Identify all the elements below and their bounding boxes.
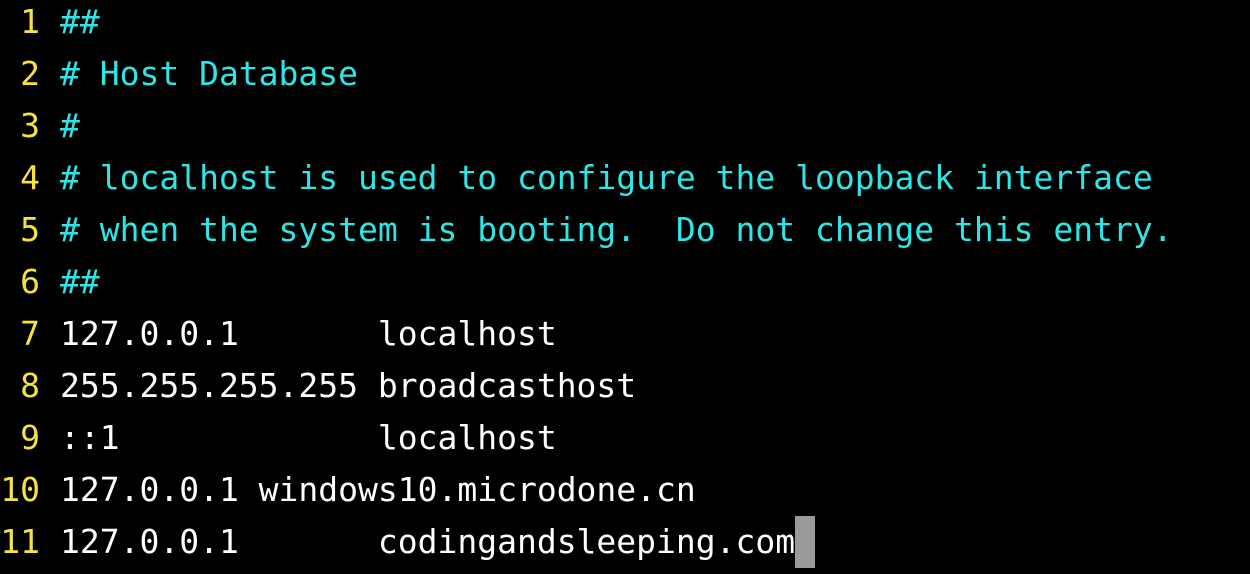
line-number: 6: [20, 262, 40, 301]
line-number: 5: [20, 210, 40, 249]
editor-line-11[interactable]: 11 127.0.0.1 codingandsleeping.com: [0, 516, 816, 568]
editor-line-6[interactable]: 6 ##: [0, 256, 100, 308]
line-text[interactable]: ::1 localhost: [60, 412, 557, 464]
line-number: 1: [20, 2, 40, 41]
line-text[interactable]: ##: [60, 256, 100, 308]
line-number: 7: [20, 314, 40, 353]
line-text[interactable]: # when the system is booting. Do not cha…: [60, 204, 1173, 256]
line-text[interactable]: # Host Database: [60, 48, 358, 100]
line-number: 8: [20, 366, 40, 405]
line-number: 4: [20, 158, 40, 197]
line-number: 9: [20, 418, 40, 457]
line-number: 3: [20, 106, 40, 145]
line-text[interactable]: ##: [60, 0, 100, 48]
editor-line-3[interactable]: 3 #: [0, 100, 80, 152]
editor-line-1[interactable]: 1 ##: [0, 0, 100, 48]
editor-line-7[interactable]: 7 127.0.0.1 localhost: [0, 308, 557, 360]
line-text[interactable]: #: [60, 100, 80, 152]
editor-line-10[interactable]: 10 127.0.0.1 windows10.microdone.cn: [0, 464, 696, 516]
line-text[interactable]: 255.255.255.255 broadcasthost: [60, 360, 636, 412]
line-text[interactable]: 127.0.0.1 codingandsleeping.com: [60, 516, 795, 568]
line-text[interactable]: 127.0.0.1 localhost: [60, 308, 557, 360]
editor-line-4[interactable]: 4 # localhost is used to configure the l…: [0, 152, 1153, 204]
line-number: 2: [20, 54, 40, 93]
editor-line-9[interactable]: 9 ::1 localhost: [0, 412, 557, 464]
line-number: 11: [0, 522, 40, 561]
line-number: 10: [0, 470, 40, 509]
editor-line-8[interactable]: 8 255.255.255.255 broadcasthost: [0, 360, 636, 412]
editor-line-5[interactable]: 5 # when the system is booting. Do not c…: [0, 204, 1173, 256]
editor-line-2[interactable]: 2 # Host Database: [0, 48, 358, 100]
text-editor[interactable]: 1 ## 2 # Host Database 3 # 4 # localhost…: [0, 0, 1250, 574]
line-text[interactable]: 127.0.0.1 windows10.microdone.cn: [60, 464, 696, 516]
line-text[interactable]: # localhost is used to configure the loo…: [60, 152, 1153, 204]
text-cursor: [795, 516, 816, 568]
